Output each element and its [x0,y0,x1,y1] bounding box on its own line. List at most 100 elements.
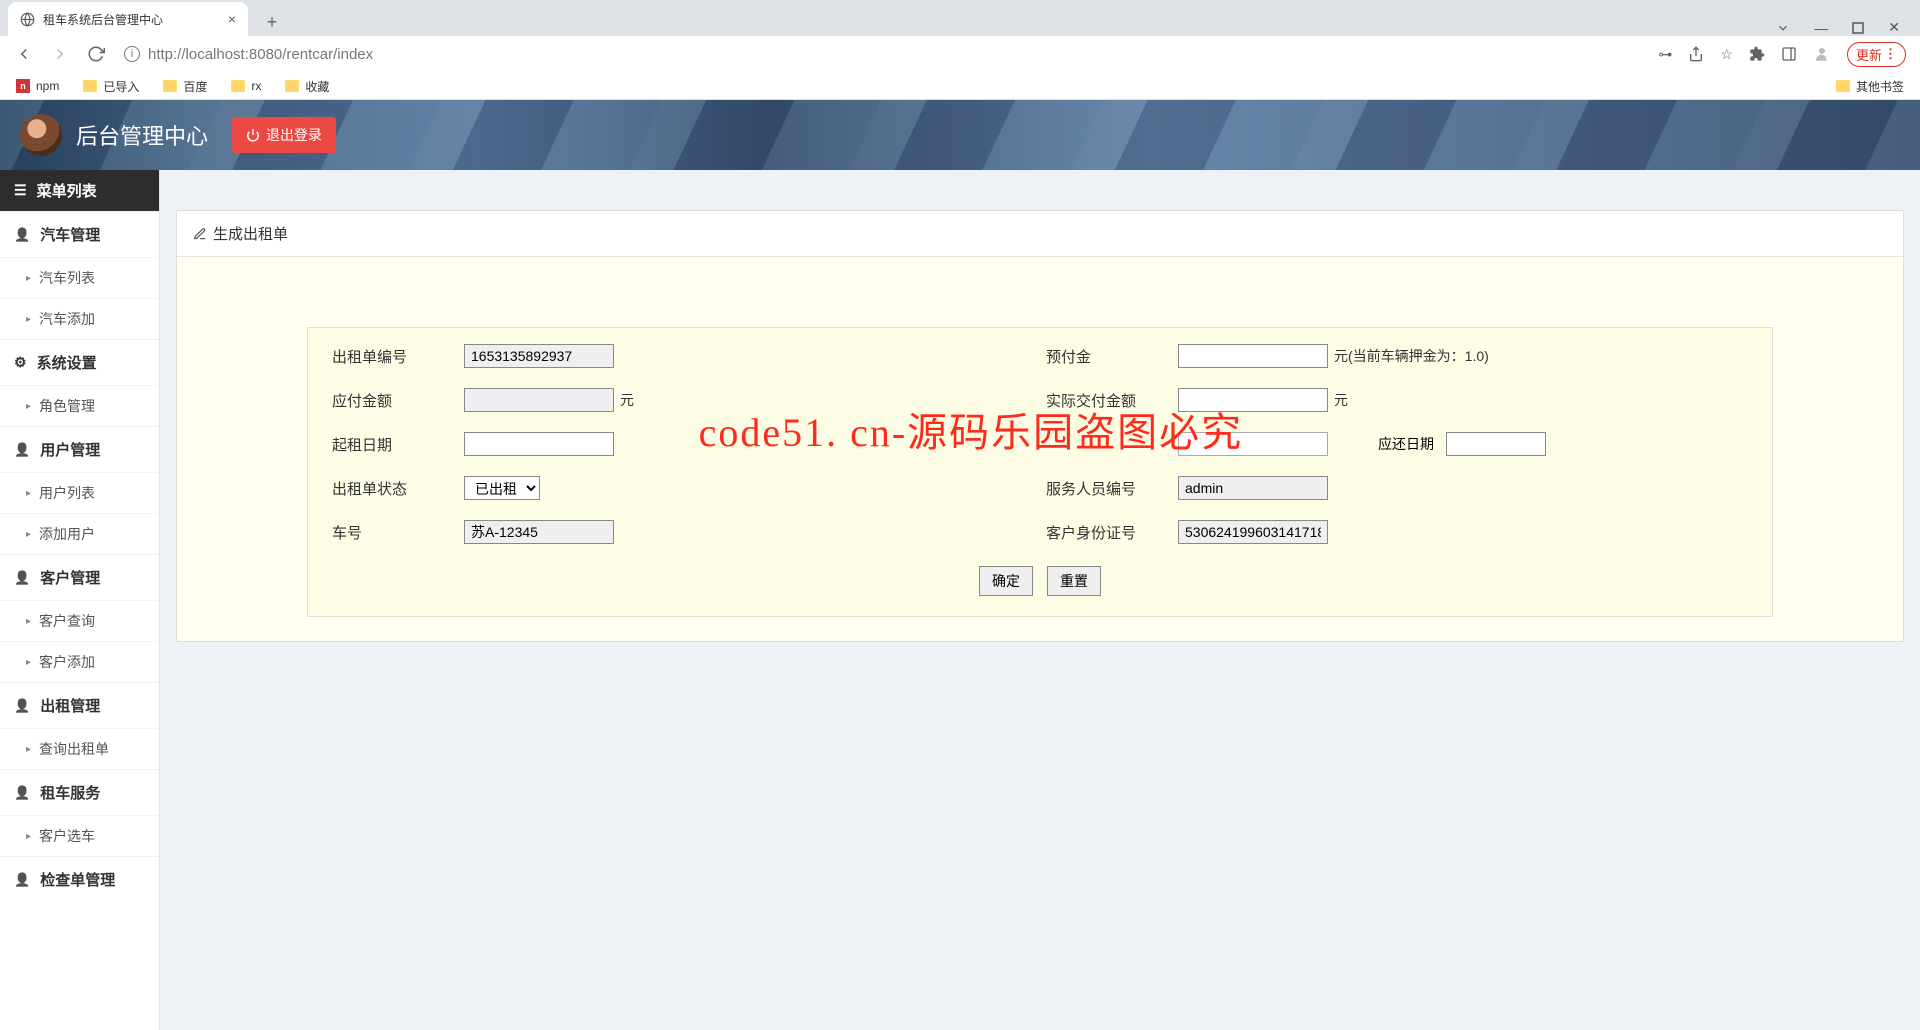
sidebar-group-rent[interactable]: 出租管理 [0,682,159,728]
new-tab-button[interactable]: + [258,8,286,36]
user-icon [14,697,30,714]
suffix-actual: 元 [1334,390,1348,410]
back-button[interactable] [10,40,38,68]
url-display[interactable]: i http://localhost:8080/rentcar/index [118,46,1650,63]
bookmark-rx[interactable]: rx [231,79,261,93]
globe-icon [20,12,35,27]
sidebar-item-customer-query[interactable]: 客户查询 [0,600,159,641]
sidebar-group-user[interactable]: 用户管理 [0,426,159,472]
panel-header: 生成出租单 [177,211,1903,257]
avatar[interactable] [20,114,62,156]
panel-title: 生成出租单 [213,223,288,244]
window-controls: — ✕ [1776,19,1920,36]
tab-title: 租车系统后台管理中心 [43,11,163,28]
input-car[interactable] [464,520,614,544]
app: 后台管理中心 退出登录 菜单列表 汽车管理 汽车列表 汽车添加 系统设置 角色管… [0,100,1920,1030]
form-container: 出租单编号 预付金 元(当前车辆押金为：1.0) 应付金额 元 实际交付金额 元… [307,327,1773,617]
logout-button[interactable]: 退出登录 [232,117,336,153]
sidebar-item-user-list[interactable]: 用户列表 [0,472,159,513]
form-panel: 生成出租单 出租单编号 预付金 元(当前车辆押金为：1.0) 应付金额 元 实际… [176,210,1904,642]
reset-button[interactable]: 重置 [1047,566,1101,596]
user-icon [14,871,30,888]
close-tab-icon[interactable]: × [228,11,236,27]
input-prepay[interactable] [1178,344,1328,368]
sidebar-group-customer[interactable]: 客户管理 [0,554,159,600]
bookmark-baidu[interactable]: 百度 [163,78,207,95]
tab-bar: 租车系统后台管理中心 × + — ✕ [0,0,1920,36]
label-car: 车号 [332,522,452,543]
sidebar-item-car-add[interactable]: 汽车添加 [0,298,159,339]
update-button[interactable]: 更新 ⋮ [1847,42,1906,67]
sidebar-item-user-add[interactable]: 添加用户 [0,513,159,554]
label-status: 出租单状态 [332,478,452,499]
star-icon[interactable]: ☆ [1720,46,1733,63]
close-window-icon[interactable]: ✕ [1888,19,1900,36]
bookmark-imported[interactable]: 已导入 [83,78,139,95]
profile-icon[interactable] [1813,45,1831,63]
suffix-payable: 元 [620,390,634,410]
power-icon [246,128,260,142]
folder-icon [1836,80,1850,92]
share-icon[interactable] [1688,46,1704,62]
site-info-icon[interactable]: i [124,46,140,62]
sidebar-item-customer-add[interactable]: 客户添加 [0,641,159,682]
sidebar-group-car[interactable]: 汽车管理 [0,211,159,257]
sidebar-item-rent-query[interactable]: 查询出租单 [0,728,159,769]
folder-icon [83,80,97,92]
suffix-prepay: 元(当前车辆押金为：1.0) [1334,346,1489,366]
menu-icon [14,182,27,199]
sidebar-group-rentservice[interactable]: 租车服务 [0,769,159,815]
label-staff: 服务人员编号 [1046,478,1166,499]
label-return: 应还日期 [1378,434,1434,454]
label-payable: 应付金额 [332,390,452,411]
sidebar-item-roles[interactable]: 角色管理 [0,385,159,426]
maximize-icon[interactable] [1852,22,1864,34]
chevron-down-icon[interactable] [1776,21,1790,35]
label-order-id: 出租单编号 [332,346,452,367]
browser-tab[interactable]: 租车系统后台管理中心 × [8,2,248,36]
sidepanel-icon[interactable] [1781,46,1797,62]
bookmark-fav[interactable]: 收藏 [285,78,329,95]
bookmarks-bar: nnpm 已导入 百度 rx 收藏 其他书签 [0,72,1920,100]
folder-icon [285,80,299,92]
folder-icon [231,80,245,92]
label-begin: 起租日期 [332,434,452,455]
sidebar-header: 菜单列表 [0,170,159,211]
sidebar-group-system[interactable]: 系统设置 [0,339,159,385]
folder-icon [163,80,177,92]
user-icon [14,784,30,801]
sidebar-item-pick-car[interactable]: 客户选车 [0,815,159,856]
select-status[interactable]: 已出租 [464,476,540,500]
main-content: 生成出租单 出租单编号 预付金 元(当前车辆押金为：1.0) 应付金额 元 实际… [160,170,1920,1030]
url-text: http://localhost:8080/rentcar/index [148,46,373,63]
npm-icon: n [16,79,30,93]
bookmark-npm[interactable]: nnpm [16,79,59,93]
page-title: 后台管理中心 [76,119,208,151]
bookmark-other[interactable]: 其他书签 [1836,78,1904,95]
gear-icon [14,354,27,371]
key-icon[interactable]: ⊶ [1658,46,1672,63]
input-return-date[interactable] [1446,432,1546,456]
minimize-icon[interactable]: — [1814,20,1828,36]
forward-button[interactable] [46,40,74,68]
reload-button[interactable] [82,40,110,68]
address-bar: i http://localhost:8080/rentcar/index ⊶ … [0,36,1920,72]
sidebar-item-car-list[interactable]: 汽车列表 [0,257,159,298]
input-extra[interactable] [1178,432,1328,456]
sidebar: 菜单列表 汽车管理 汽车列表 汽车添加 系统设置 角色管理 用户管理 用户列表 … [0,170,160,1030]
input-staff[interactable] [1178,476,1328,500]
input-payable[interactable] [464,388,614,412]
user-icon [14,441,30,458]
input-idcard[interactable] [1178,520,1328,544]
user-icon [14,226,30,243]
input-begin-date[interactable] [464,432,614,456]
label-prepay: 预付金 [1046,346,1166,367]
input-actual[interactable] [1178,388,1328,412]
extensions-icon[interactable] [1749,46,1765,62]
user-icon [14,569,30,586]
edit-icon [193,227,207,241]
app-header: 后台管理中心 退出登录 [0,100,1920,170]
input-order-id[interactable] [464,344,614,368]
submit-button[interactable]: 确定 [979,566,1033,596]
sidebar-group-check[interactable]: 检查单管理 [0,856,159,902]
